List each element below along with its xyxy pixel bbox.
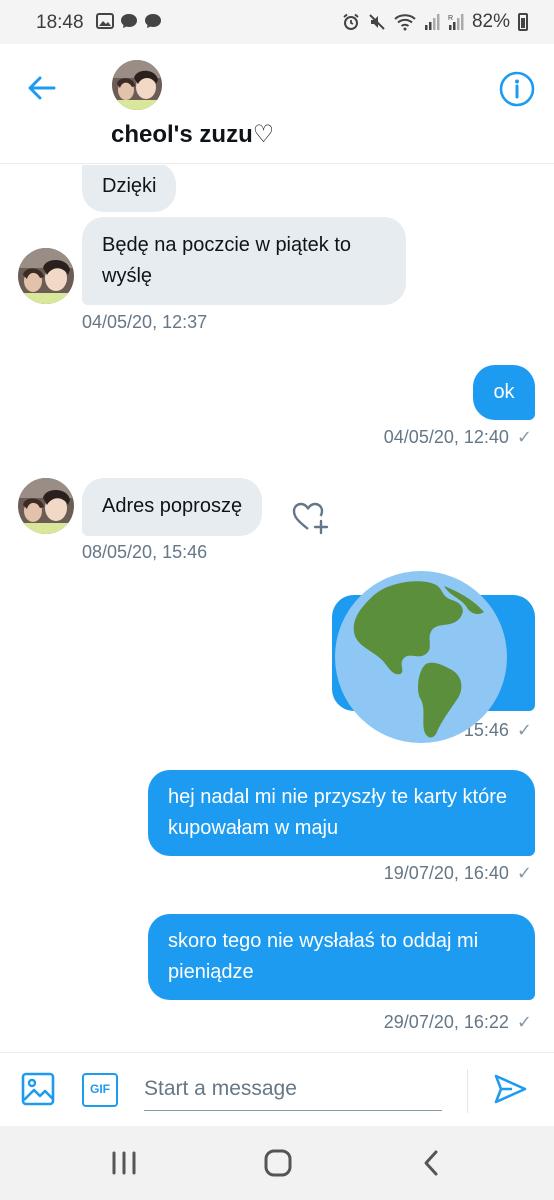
outgoing-message[interactable]: skoro tego nie wysłałaś to oddaj mi pien… <box>148 914 535 1000</box>
conversation-header: cheol's zuzu♡ <box>0 44 554 164</box>
message-timestamp: 19/07/20, 16:40 ✓ <box>383 863 532 883</box>
mute-icon <box>369 14 385 30</box>
status-left-icons <box>96 12 162 30</box>
message-text: skoro tego nie wysłałaś to oddaj mi pien… <box>168 930 479 983</box>
message-text: Adres poproszę <box>102 495 243 517</box>
message-composer: GIF <box>0 1052 554 1126</box>
chat-bubble-icon <box>145 14 161 28</box>
avatar-photo <box>18 478 74 534</box>
message-timestamp: 08/05/20, 15:46 <box>82 542 208 562</box>
svg-text:R: R <box>448 15 453 22</box>
send-icon[interactable] <box>492 1071 528 1107</box>
message-input[interactable] <box>144 1067 442 1111</box>
avatar[interactable] <box>18 478 74 534</box>
status-time: 18:48 <box>36 12 84 33</box>
heart-plus-icon[interactable] <box>290 499 330 535</box>
avatar[interactable] <box>18 248 74 304</box>
alarm-icon <box>343 13 359 30</box>
avatar[interactable] <box>112 60 162 110</box>
signal-r-icon: R <box>448 14 464 30</box>
message-text: Dzięki <box>102 175 157 197</box>
back-arrow-icon[interactable] <box>22 70 62 106</box>
avatar-photo <box>112 60 162 110</box>
message-timestamp: 04/05/20, 12:40 ✓ <box>383 427 532 447</box>
incoming-message[interactable]: Adres poproszę <box>82 478 263 536</box>
outgoing-message[interactable]: hej nadal mi nie przyszły te karty które… <box>148 770 535 856</box>
image-notification-icon <box>96 13 114 29</box>
check-icon: ✓ <box>516 427 532 447</box>
message-timestamp: 29/07/20, 16:22 ✓ <box>383 1012 532 1032</box>
wifi-icon <box>394 14 416 31</box>
check-icon: ✓ <box>516 863 532 883</box>
incoming-message[interactable]: Będę na poczcie w piątek to wyślę <box>82 217 406 305</box>
message-text: hej nadal mi nie przyszły te karty które… <box>168 786 508 839</box>
check-icon: ✓ <box>516 1012 532 1032</box>
avatar-photo <box>18 248 74 304</box>
status-bar: 18:48 R 82% <box>0 0 554 44</box>
battery-icon <box>518 13 528 31</box>
page-title: cheol's zuzu♡ <box>111 121 275 148</box>
gif-button[interactable]: GIF <box>82 1073 118 1107</box>
status-right-icons: R 82% <box>342 11 528 33</box>
signal-icon <box>424 14 440 30</box>
chat-bubble-icon <box>121 14 137 28</box>
nav-back-icon[interactable] <box>412 1146 452 1180</box>
system-navigation-bar <box>0 1126 554 1200</box>
message-text: ok <box>493 381 515 403</box>
outgoing-message[interactable]: ok <box>473 365 535 420</box>
globe-emoji-sticker <box>335 571 507 743</box>
image-icon[interactable] <box>20 1071 56 1107</box>
check-icon: ✓ <box>516 720 532 740</box>
info-icon[interactable] <box>498 70 536 108</box>
message-text: Będę na poczcie w piątek to wyślę <box>102 234 352 287</box>
message-timestamp: 04/05/20, 12:37 <box>82 312 208 332</box>
battery-percent: 82% <box>471 11 510 32</box>
recent-apps-icon[interactable] <box>104 1146 144 1180</box>
incoming-message[interactable]: Dzięki <box>82 165 177 212</box>
message-list[interactable]: Dzięki Będę na poczcie w piątek to wyślę… <box>0 165 554 1052</box>
home-icon[interactable] <box>258 1146 298 1180</box>
divider <box>467 1069 468 1113</box>
